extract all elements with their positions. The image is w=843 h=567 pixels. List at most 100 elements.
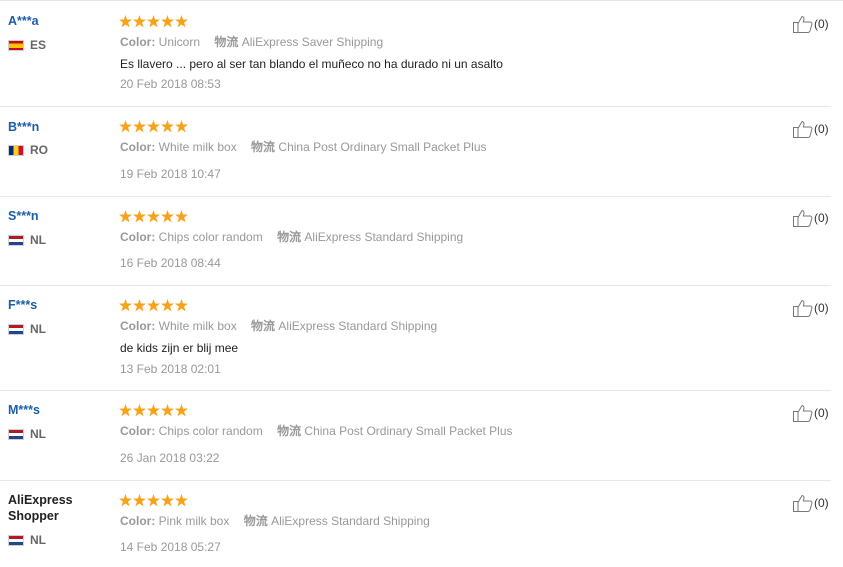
order-info: Color: Pink milk box 物流 AliExpress Stand… <box>120 514 430 528</box>
flag-ro-icon <box>8 144 24 156</box>
review-item: M***s NL Color: Chips color random 物流 Ch… <box>0 391 831 481</box>
color-value: Chips color random <box>158 230 263 244</box>
color-label: Color: <box>120 514 156 528</box>
shipping-label: 物流 <box>251 319 276 333</box>
shipping-label: 物流 <box>277 230 302 244</box>
star-icon <box>147 494 160 507</box>
helpful-button[interactable]: (0) <box>793 15 829 33</box>
order-info: Color: Unicorn 物流 AliExpress Saver Shipp… <box>120 35 383 49</box>
reviewer-name-line2: Shopper <box>8 509 59 523</box>
reviewer-country: NL <box>8 233 46 247</box>
color-value: Chips color random <box>158 424 263 438</box>
reviewer-name[interactable]: A***a <box>8 14 98 29</box>
star-icon <box>161 120 174 133</box>
color-label: Color: <box>120 140 156 154</box>
star-icon <box>133 299 146 312</box>
star-rating <box>119 404 188 417</box>
helpful-count: (0) <box>814 17 829 31</box>
flag-nl-icon <box>8 323 24 335</box>
country-code: NL <box>30 322 46 336</box>
feedback-text: de kids zijn er blij mee <box>120 341 239 355</box>
reviewer-name[interactable]: S***n <box>8 209 98 224</box>
star-icon <box>161 404 174 417</box>
helpful-count: (0) <box>814 496 829 510</box>
shipping-value: China Post Ordinary Small Packet Plus <box>278 140 487 154</box>
star-icon <box>147 15 160 28</box>
reviewer-name-line1: AliExpress <box>8 493 73 507</box>
country-code: RO <box>30 143 48 157</box>
shipping-label: 物流 <box>214 35 239 49</box>
thumbs-up-icon <box>793 300 813 317</box>
star-icon <box>161 299 174 312</box>
helpful-button[interactable]: (0) <box>793 209 829 227</box>
star-rating <box>119 15 188 28</box>
star-rating <box>119 210 188 223</box>
color-label: Color: <box>120 35 156 49</box>
star-icon <box>161 15 174 28</box>
helpful-button[interactable]: (0) <box>793 404 829 422</box>
flag-nl-icon <box>8 534 24 546</box>
helpful-count: (0) <box>814 122 829 136</box>
reviewer-name[interactable]: B***n <box>8 120 98 135</box>
color-value: Pink milk box <box>158 514 230 528</box>
star-icon <box>133 210 146 223</box>
country-code: NL <box>30 533 46 547</box>
star-icon <box>175 299 188 312</box>
thumbs-up-icon <box>793 16 813 33</box>
helpful-count: (0) <box>814 301 829 315</box>
review-item: AliExpress Shopper NL Color: Pink milk b… <box>0 481 831 567</box>
helpful-button[interactable]: (0) <box>793 120 829 138</box>
thumbs-up-icon <box>793 405 813 422</box>
star-rating <box>119 120 188 133</box>
star-icon <box>147 210 160 223</box>
country-code: NL <box>30 233 46 247</box>
review-item: A***a ES Color: Unicorn 物流 AliExpress Sa… <box>0 0 831 107</box>
shipping-label: 物流 <box>251 140 276 154</box>
star-icon <box>175 494 188 507</box>
shipping-value: AliExpress Standard Shipping <box>271 514 430 528</box>
color-value: White milk box <box>158 140 237 154</box>
flag-nl-icon <box>8 234 24 246</box>
thumbs-up-icon <box>793 210 813 227</box>
color-label: Color: <box>120 230 156 244</box>
reviewer-name[interactable]: F***s <box>8 298 98 313</box>
color-value: White milk box <box>158 319 237 333</box>
star-icon <box>147 120 160 133</box>
shipping-value: AliExpress Saver Shipping <box>241 35 384 49</box>
country-code: ES <box>30 38 47 52</box>
reviewer-country: NL <box>8 322 46 336</box>
color-label: Color: <box>120 424 156 438</box>
review-date: 26 Jan 2018 03:22 <box>120 451 220 465</box>
helpful-count: (0) <box>814 406 829 420</box>
color-value: Unicorn <box>158 35 201 49</box>
review-date: 13 Feb 2018 02:01 <box>120 362 221 376</box>
star-icon <box>119 299 132 312</box>
reviewer-country: NL <box>8 533 46 547</box>
flag-nl-icon <box>8 428 24 440</box>
reviewer-country: NL <box>8 427 46 441</box>
helpful-count: (0) <box>814 211 829 225</box>
shipping-label: 物流 <box>277 424 302 438</box>
reviewer-name[interactable]: M***s <box>8 403 98 418</box>
flag-es-icon <box>8 39 24 51</box>
helpful-button[interactable]: (0) <box>793 494 829 512</box>
star-icon <box>161 494 174 507</box>
review-date: 20 Feb 2018 08:53 <box>120 77 221 91</box>
star-icon <box>119 120 132 133</box>
helpful-button[interactable]: (0) <box>793 299 829 317</box>
review-item: B***n RO Color: White milk box 物流 China … <box>0 107 831 197</box>
star-icon <box>147 299 160 312</box>
review-item: S***n NL Color: Chips color random 物流 Al… <box>0 197 831 286</box>
order-info: Color: Chips color random 物流 AliExpress … <box>120 230 463 244</box>
thumbs-up-icon <box>793 121 813 138</box>
review-date: 14 Feb 2018 05:27 <box>120 540 221 554</box>
star-icon <box>119 15 132 28</box>
thumbs-up-icon <box>793 495 813 512</box>
shipping-label: 物流 <box>243 514 268 528</box>
shipping-value: AliExpress Standard Shipping <box>278 319 438 333</box>
star-icon <box>119 494 132 507</box>
reviewer-country: RO <box>8 143 48 157</box>
star-icon <box>133 120 146 133</box>
order-info: Color: White milk box 物流 China Post Ordi… <box>120 140 487 154</box>
shipping-value: AliExpress Standard Shipping <box>304 230 464 244</box>
